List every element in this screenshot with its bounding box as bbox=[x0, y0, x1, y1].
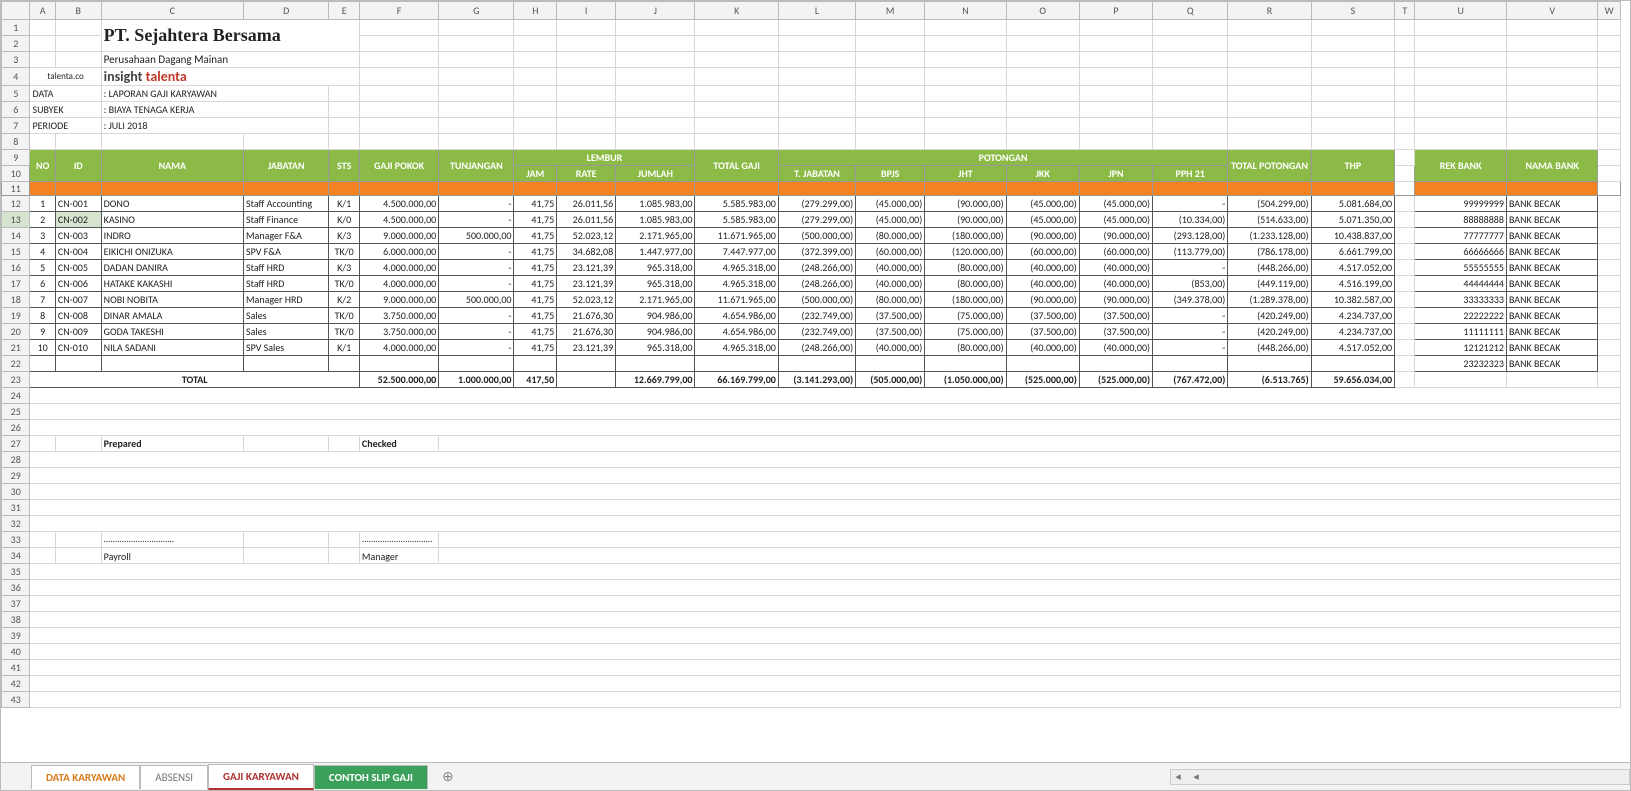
total-jam: 417,50 bbox=[514, 372, 557, 388]
hdr-bank: NAMA BANK bbox=[1506, 150, 1598, 182]
hdr-rek: REK BANK bbox=[1415, 150, 1507, 182]
hdr-bpjs: BPJS bbox=[856, 166, 925, 182]
hdr-tj: T. JABATAN bbox=[778, 166, 855, 182]
table-row[interactable]: 176CN-006HATAKE KAKASHIStaff HRDTK/04.00… bbox=[2, 276, 1621, 292]
total-rate bbox=[557, 372, 616, 388]
total-jkk: (525.000,00) bbox=[1006, 372, 1079, 388]
table-row[interactable]: 187CN-007NOBI NOBITAManager HRDK/29.000.… bbox=[2, 292, 1621, 308]
company-name: PT. Sejahtera Bersama bbox=[101, 20, 359, 52]
sign-prep-line: ............................... bbox=[101, 532, 243, 548]
hdr-no: NO bbox=[30, 150, 55, 182]
sign-prep-label: Prepared bbox=[101, 436, 243, 452]
total-pph: (767.472,00) bbox=[1153, 372, 1228, 388]
total-thp: 59.656.034,00 bbox=[1311, 372, 1394, 388]
hdr-rate: RATE bbox=[557, 166, 616, 182]
hdr-lembur: LEMBUR bbox=[514, 150, 695, 166]
table-row[interactable]: 132CN-002KASINOStaff FinanceK/04.500.000… bbox=[2, 212, 1621, 228]
extra-rek[interactable]: 23232323 bbox=[1415, 356, 1507, 372]
total-jpn: (525.000,00) bbox=[1079, 372, 1152, 388]
spreadsheet-window: ABCDEFGHIJKLMNOPQRSTUVW 1PT. Sejahtera B… bbox=[0, 0, 1631, 791]
meta-sub-value: : BIAYA TENAGA KERJA bbox=[101, 102, 329, 118]
sign-manager: Manager bbox=[359, 548, 438, 564]
sign-check-label: Checked bbox=[359, 436, 438, 452]
total-jum: 12.669.799,00 bbox=[616, 372, 695, 388]
hdr-id: ID bbox=[55, 150, 101, 182]
table-row[interactable]: 209CN-009GODA TAKESHISalesTK/03.750.000,… bbox=[2, 324, 1621, 340]
site-label: talenta.co bbox=[30, 68, 101, 86]
brand-logo: insight talenta bbox=[101, 68, 359, 86]
company-sub: Perusahaan Dagang Mainan bbox=[101, 52, 359, 68]
hdr-gp: GAJI POKOK bbox=[359, 150, 438, 182]
total-tpot: (6.513.765) bbox=[1228, 372, 1311, 388]
total-label: TOTAL bbox=[30, 372, 359, 388]
meta-sub-label: SUBYEK bbox=[30, 102, 101, 118]
total-bpjs: (505.000,00) bbox=[856, 372, 925, 388]
hdr-jht: JHT bbox=[925, 166, 1006, 182]
extra-bank[interactable]: BANK BECAK bbox=[1506, 356, 1598, 372]
hdr-sts: STS bbox=[329, 150, 360, 182]
hdr-tpot: TOTAL POTONGAN bbox=[1228, 150, 1311, 182]
orange-divider: 11 bbox=[2, 182, 1621, 196]
hdr-pot: POTONGAN bbox=[778, 150, 1227, 166]
hdr-jkk: JKK bbox=[1006, 166, 1079, 182]
sign-check-line: ............................... bbox=[359, 532, 438, 548]
add-sheet-icon[interactable]: ⊕ bbox=[436, 768, 460, 785]
hdr-nama: NAMA bbox=[101, 150, 243, 182]
table-row[interactable]: 165CN-005DADAN DANIRAStaff HRDK/34.000.0… bbox=[2, 260, 1621, 276]
hdr-pph: PPH 21 bbox=[1153, 166, 1228, 182]
table-row[interactable]: 154CN-004EIKICHI ONIZUKASPV F&ATK/06.000… bbox=[2, 244, 1621, 260]
meta-per-label: PERIODE bbox=[30, 118, 101, 134]
total-tg: 66.169.799,00 bbox=[695, 372, 778, 388]
table-row[interactable]: 198CN-008DINAR AMALASalesTK/03.750.000,0… bbox=[2, 308, 1621, 324]
hdr-jab: JABATAN bbox=[244, 150, 329, 182]
hdr-jam: JAM bbox=[514, 166, 557, 182]
hdr-thp: THP bbox=[1311, 150, 1394, 182]
sign-payroll: Payroll bbox=[101, 548, 243, 564]
grid-area[interactable]: ABCDEFGHIJKLMNOPQRSTUVW 1PT. Sejahtera B… bbox=[1, 1, 1630, 762]
table-row[interactable]: 143CN-003INDROManager F&AK/39.000.000,00… bbox=[2, 228, 1621, 244]
hdr-jum: JUMLAH bbox=[616, 166, 695, 182]
column-headers[interactable]: ABCDEFGHIJKLMNOPQRSTUVW bbox=[2, 2, 1621, 20]
tab-data-karyawan[interactable]: DATA KARYAWAN bbox=[31, 765, 140, 789]
total-jht: (1.050.000,00) bbox=[925, 372, 1006, 388]
table-row[interactable]: 121CN-001DONOStaff AccountingK/14.500.00… bbox=[2, 196, 1621, 212]
sheet-tabs: DATA KARYAWAN ABSENSI GAJI KARYAWAN CONT… bbox=[1, 762, 1630, 790]
table-row[interactable]: 2110CN-010NILA SADANISPV SalesK/14.000.0… bbox=[2, 340, 1621, 356]
total-tun: 1.000.000,00 bbox=[439, 372, 514, 388]
hdr-tg: TOTAL GAJI bbox=[695, 150, 778, 182]
tab-gaji-karyawan[interactable]: GAJI KARYAWAN bbox=[208, 764, 314, 790]
total-gp: 52.500.000,00 bbox=[359, 372, 438, 388]
hdr-jpn: JPN bbox=[1079, 166, 1152, 182]
tab-absensi[interactable]: ABSENSI bbox=[140, 765, 208, 789]
total-tj: (3.141.293,00) bbox=[778, 372, 855, 388]
hdr-tun: TUNJANGAN bbox=[439, 150, 514, 182]
meta-per-value: : JULI 2018 bbox=[101, 118, 329, 134]
horizontal-scrollbar[interactable]: ◂◂ bbox=[1170, 769, 1630, 785]
tab-contoh-slip[interactable]: CONTOH SLIP GAJI bbox=[314, 765, 428, 789]
meta-data-value: : LAPORAN GAJI KARYAWAN bbox=[101, 86, 329, 102]
meta-data-label: DATA bbox=[30, 86, 101, 102]
